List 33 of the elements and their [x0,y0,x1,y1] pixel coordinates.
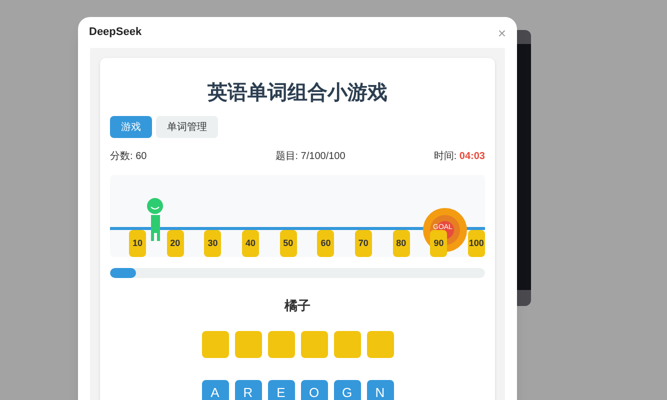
track-marker: 70 [354,230,372,257]
close-button[interactable]: × [498,26,506,40]
game-title: 英语单词组合小游戏 [208,81,388,106]
track-marker: 30 [204,230,222,257]
score-text: 分数: 60 [110,150,147,164]
letter-tile[interactable]: R [234,380,262,400]
track-marker: 90 [430,230,448,257]
track-marker: 100 [468,230,485,257]
letter-slot[interactable] [268,330,294,358]
question-counter: 题目: 7/100/100 [275,150,346,164]
player-figure [147,198,163,241]
time-text: 时间: 04:03 [434,150,485,164]
letter-tile[interactable]: E [268,380,294,400]
letter-slot[interactable] [334,330,360,358]
letter-slot[interactable] [366,330,394,358]
track-marker: 20 [166,230,184,257]
tab[interactable]: 单词管理 [156,116,218,138]
letter-tile[interactable]: O [300,380,328,400]
letter-slot[interactable] [234,330,262,358]
letter-slot[interactable] [202,330,228,358]
letter-tile[interactable]: A [202,380,228,400]
track-marker: 60 [317,230,334,257]
goal-target-icon [423,208,467,252]
dialog-title: DeepSeek [89,25,142,40]
letter-tile[interactable]: N [366,380,394,400]
track-marker: 10 [129,230,146,257]
tab[interactable]: 游戏 [110,116,152,138]
track-marker: 40 [242,230,259,257]
track-marker: 50 [280,230,297,257]
target-word: 橘子 [284,297,310,315]
track-marker: 80 [392,230,410,257]
letter-tile[interactable]: G [334,380,360,400]
letter-slot[interactable] [300,330,328,358]
